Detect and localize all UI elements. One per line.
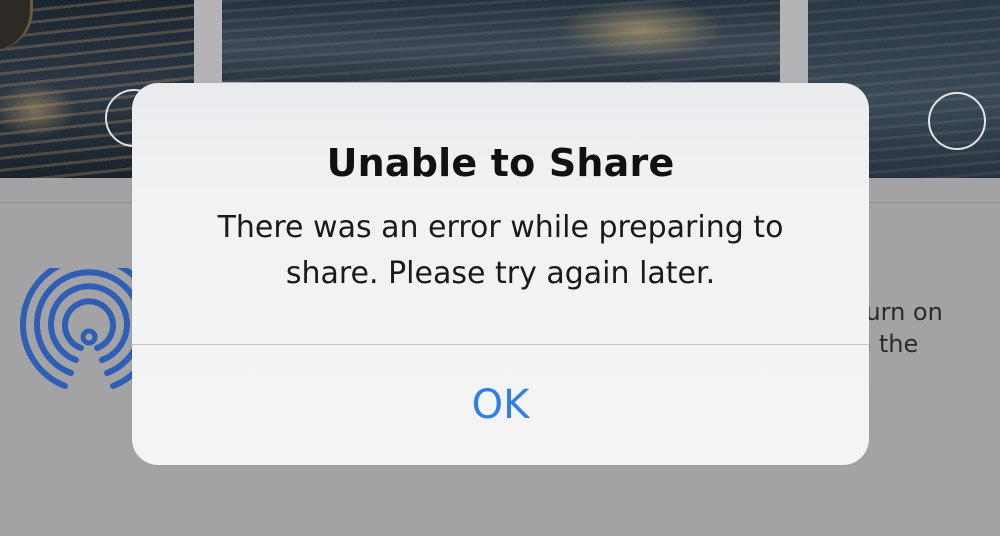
airdrop-hint-line1: turn on — [856, 298, 943, 326]
ok-button[interactable]: OK — [132, 345, 869, 465]
boat-hull — [0, 0, 33, 50]
alert-title: Unable to Share — [326, 141, 675, 185]
selection-circle-icon[interactable] — [928, 92, 986, 150]
photo-thumbnail[interactable] — [222, 0, 780, 82]
alert-message: There was an error while preparing to sh… — [172, 205, 829, 297]
alert-dialog: Unable to Share There was an error while… — [132, 83, 869, 465]
alert-message-line2: share. Please try again later. — [285, 256, 716, 291]
alert-message-line1: There was an error while preparing to — [217, 210, 784, 245]
airdrop-hint-text: turn on n the — [856, 296, 996, 360]
